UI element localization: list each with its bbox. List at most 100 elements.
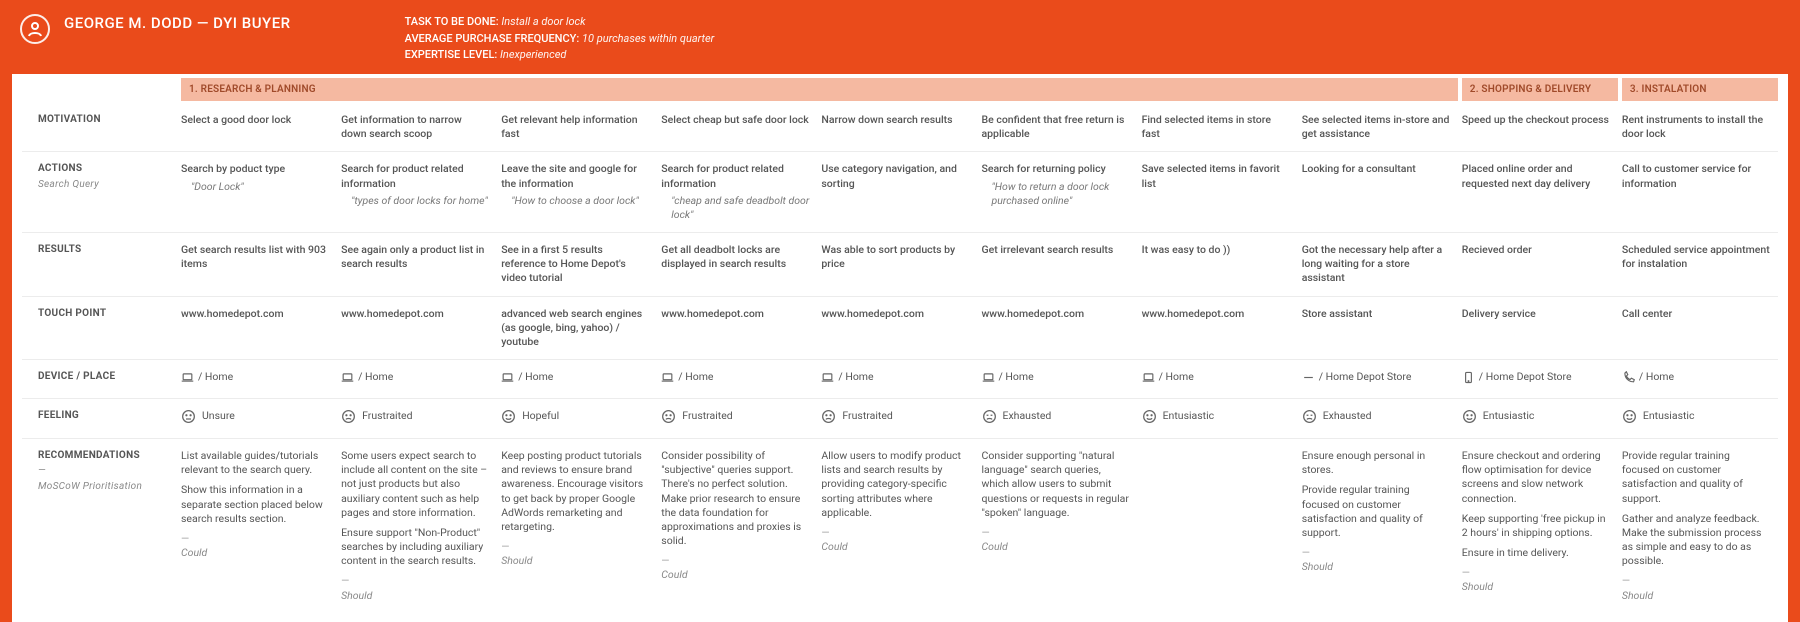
- phase-installation: 3. INSTALATION: [1622, 78, 1778, 102]
- journey-board: 1. RESEARCH & PLANNING 2. SHOPPING & DEL…: [12, 74, 1788, 622]
- cell-results-8: Recieved order: [1462, 233, 1618, 296]
- rowlabel-actions: ACTIONSSearch Query: [22, 152, 177, 232]
- cell-device-1: / Home: [341, 360, 497, 398]
- cell-device-0: / Home: [181, 360, 337, 398]
- cell-results-4: Was able to sort products by price: [821, 233, 977, 296]
- rowlabel-results: RESULTS: [22, 233, 177, 296]
- cell-actions-2: Leave the site and google for the inform…: [501, 152, 657, 232]
- cell-device-8: / Home Depot Store: [1462, 360, 1618, 398]
- phase-row: 1. RESEARCH & PLANNING 2. SHOPPING & DEL…: [12, 74, 1788, 104]
- persona-meta: TASK TO BE DONE: Install a door lockAVER…: [405, 14, 715, 64]
- cell-device-5: / Home: [982, 360, 1138, 398]
- face-frustrated-icon: [661, 409, 676, 424]
- cell-results-2: See in a first 5 results reference to Ho…: [501, 233, 657, 296]
- laptop-icon: [501, 371, 514, 384]
- cell-recommendations-5: Consider supporting "natural language" s…: [982, 439, 1138, 613]
- cell-motivation-5: Be confident that free return is applica…: [982, 103, 1138, 151]
- cell-actions-3: Search for product related information"c…: [661, 152, 817, 232]
- cell-touchpoint-2: advanced web search engines (as google, …: [501, 297, 657, 360]
- cell-motivation-9: Rent instruments to install the door loc…: [1622, 103, 1778, 151]
- cell-motivation-8: Speed up the checkout process: [1462, 103, 1618, 151]
- cell-recommendations-7: Ensure enough personal in stores.Provide…: [1302, 439, 1458, 613]
- cell-actions-0: Search by poduct type"Door Lock": [181, 152, 337, 232]
- face-frustrated-icon: [821, 409, 836, 424]
- face-enthusiastic-icon: [1462, 409, 1477, 424]
- cell-feeling-4: Frustraited: [821, 399, 977, 438]
- cell-touchpoint-7: Store assistant: [1302, 297, 1458, 360]
- face-enthusiastic-icon: [1622, 409, 1637, 424]
- cell-recommendations-6: [1142, 439, 1298, 613]
- cell-feeling-5: Exhausted: [982, 399, 1138, 438]
- cell-actions-8: Placed online order and requested next d…: [1462, 152, 1618, 232]
- cell-results-0: Get search results list with 903 items: [181, 233, 337, 296]
- cell-touchpoint-4: www.homedepot.com: [821, 297, 977, 360]
- cell-results-5: Get irrelevant search results: [982, 233, 1138, 296]
- cell-device-2: / Home: [501, 360, 657, 398]
- cell-actions-4: Use category navigation, and sorting: [821, 152, 977, 232]
- laptop-icon: [1142, 371, 1155, 384]
- cell-device-6: / Home: [1142, 360, 1298, 398]
- cell-motivation-3: Select cheap but safe door lock: [661, 103, 817, 151]
- cell-motivation-4: Narrow down search results: [821, 103, 977, 151]
- cell-feeling-2: Hopeful: [501, 399, 657, 438]
- avatar-icon: [20, 14, 50, 44]
- cell-feeling-3: Frustraited: [661, 399, 817, 438]
- cell-results-6: It was easy to do )): [1142, 233, 1298, 296]
- phase-shopping: 2. SHOPPING & DELIVERY: [1462, 78, 1618, 102]
- persona-header: GEORGE M. DODD — DYI BUYER TASK TO BE DO…: [0, 0, 1800, 74]
- cell-touchpoint-3: www.homedepot.com: [661, 297, 817, 360]
- cell-recommendations-4: Allow users to modify product lists and …: [821, 439, 977, 613]
- cell-results-7: Got the necessary help after a long wait…: [1302, 233, 1458, 296]
- face-unsure-icon: [181, 409, 196, 424]
- cell-results-9: Scheduled service appointment for instal…: [1622, 233, 1778, 296]
- phase-research: 1. RESEARCH & PLANNING: [181, 78, 1458, 102]
- cell-feeling-7: Exhausted: [1302, 399, 1458, 438]
- face-enthusiastic-icon: [1142, 409, 1157, 424]
- cell-touchpoint-5: www.homedepot.com: [982, 297, 1138, 360]
- cell-touchpoint-9: Call center: [1622, 297, 1778, 360]
- cell-recommendations-0: List available guides/tutorials relevant…: [181, 439, 337, 613]
- cell-motivation-1: Get information to narrow down search sc…: [341, 103, 497, 151]
- cell-device-7: / Home Depot Store: [1302, 360, 1458, 398]
- cell-device-4: / Home: [821, 360, 977, 398]
- cell-motivation-6: Find selected items in store fast: [1142, 103, 1298, 151]
- cell-motivation-0: Select a good door lock: [181, 103, 337, 151]
- rowlabel-touchpoint: TOUCH POINT: [22, 297, 177, 360]
- cell-motivation-2: Get relevant help information fast: [501, 103, 657, 151]
- rowlabel-device: DEVICE / PLACE: [22, 360, 177, 398]
- laptop-icon: [181, 371, 194, 384]
- cell-feeling-1: Frustraited: [341, 399, 497, 438]
- phone-icon: [1462, 371, 1475, 384]
- cell-feeling-9: Entusiastic: [1622, 399, 1778, 438]
- cell-recommendations-2: Keep posting product tutorials and revie…: [501, 439, 657, 613]
- cell-touchpoint-6: www.homedepot.com: [1142, 297, 1298, 360]
- cell-recommendations-8: Ensure checkout and ordering flow optimi…: [1462, 439, 1618, 613]
- rowlabel-recommendations: RECOMMENDATIONS—MoSCoW Prioritisation: [22, 439, 177, 613]
- none-icon: [1302, 371, 1315, 384]
- cell-actions-9: Call to customer service for information: [1622, 152, 1778, 232]
- rowlabel-feeling: FEELING: [22, 399, 177, 438]
- journey-grid: MOTIVATIONSelect a good door lockGet inf…: [12, 103, 1788, 613]
- cell-touchpoint-8: Delivery service: [1462, 297, 1618, 360]
- face-frustrated-icon: [341, 409, 356, 424]
- cell-recommendations-9: Provide regular training focused on cust…: [1622, 439, 1778, 613]
- cell-results-3: Get all deadbolt locks are displayed in …: [661, 233, 817, 296]
- cell-motivation-7: See selected items in-store and get assi…: [1302, 103, 1458, 151]
- cell-actions-5: Search for returning policy"How to retur…: [982, 152, 1138, 232]
- laptop-icon: [982, 371, 995, 384]
- cell-device-9: / Home: [1622, 360, 1778, 398]
- cell-touchpoint-0: www.homedepot.com: [181, 297, 337, 360]
- cell-feeling-0: Unsure: [181, 399, 337, 438]
- cell-actions-7: Looking for a consultant: [1302, 152, 1458, 232]
- persona-name: GEORGE M. DODD — DYI BUYER: [64, 14, 291, 32]
- cell-feeling-6: Entusiastic: [1142, 399, 1298, 438]
- cell-feeling-8: Entusiastic: [1462, 399, 1618, 438]
- cell-actions-1: Search for product related information"t…: [341, 152, 497, 232]
- face-exhausted-icon: [982, 409, 997, 424]
- laptop-icon: [661, 371, 674, 384]
- face-hopeful-icon: [501, 409, 516, 424]
- face-exhausted-icon: [1302, 409, 1317, 424]
- cell-touchpoint-1: www.homedepot.com: [341, 297, 497, 360]
- call-icon: [1622, 371, 1635, 384]
- cell-results-1: See again only a product list in search …: [341, 233, 497, 296]
